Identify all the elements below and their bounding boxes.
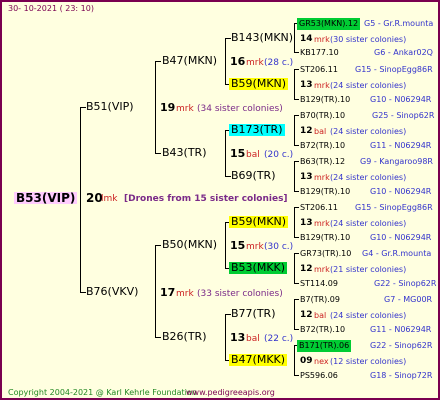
ancestor-mating-unit-8: nex: [314, 357, 329, 366]
ancestor-bottom-info-6: G22 - Sinop62R: [374, 279, 437, 288]
great-queen-7[interactable]: B77(TR): [231, 308, 276, 320]
ancestor-top-info-8: G22 - Sinop62R: [370, 341, 433, 350]
ancestor-top-info-3: G25 - Sinop62R: [372, 111, 435, 120]
ancestor-mating-number-2: 13: [300, 80, 313, 90]
ancestor-top-info-6: G4 - Gr.R.mounta: [362, 249, 432, 258]
grand-queen-2[interactable]: B43(TR): [162, 147, 207, 159]
parent-queen-1[interactable]: B51(VIP): [86, 101, 134, 113]
grand-mating-note-2: (20 c.): [264, 150, 294, 160]
ancestor-top-info-5: G15 - SinopEgg86R: [355, 203, 433, 212]
great-queen-5[interactable]: B59(MKN): [229, 216, 289, 228]
grand-mating-note-3: (30 c.): [264, 242, 294, 252]
ancestor-mating-unit-7: bal: [314, 311, 327, 320]
grand-mating-note-4: (22 c.): [264, 334, 294, 344]
ancestor-top-7[interactable]: B7(TR).09: [300, 294, 340, 306]
ancestor-top-1[interactable]: GR53(MKN).12: [297, 18, 361, 30]
ancestor-mating-unit-6: mrk: [314, 265, 330, 274]
ancestor-bottom-info-1: G6 - Ankar02Q: [374, 48, 433, 57]
ancestor-bottom-5[interactable]: B129(TR).10: [300, 232, 350, 244]
ancestor-bottom-7[interactable]: B72(TR).10: [300, 324, 345, 336]
parent-mating-note-2: (33 sister colonies): [197, 289, 283, 299]
ancestor-top-2[interactable]: ST206.11: [300, 64, 338, 76]
ancestor-top-info-7: G7 - MG00R: [384, 295, 433, 304]
pedigree-chart: 30- 10-2021 ( 23: 10) Copyright 2004-202…: [0, 0, 440, 400]
ancestor-mating-note-4: (24 sister colonies): [330, 173, 407, 182]
root-queen[interactable]: B53(VIP): [14, 192, 78, 204]
copyright: Copyright 2004-2021 @ Karl Kehrle Founda…: [8, 388, 197, 397]
ancestor-top-3[interactable]: B70(TR).10: [300, 110, 345, 122]
ancestor-mating-unit-2: mrk: [314, 81, 330, 90]
ancestor-top-6[interactable]: GR73(TR).10: [300, 248, 351, 260]
ancestor-bottom-2[interactable]: B129(TR).10: [300, 94, 350, 106]
ancestor-mating-note-5: (24 sister colonies): [330, 219, 407, 228]
grand-mating-unit-3: mrk: [246, 242, 264, 252]
ancestor-mating-note-6: (21 sister colonies): [330, 265, 407, 274]
grand-mating-number-2: 15: [230, 147, 246, 160]
ancestor-top-5[interactable]: ST206.11: [300, 202, 338, 214]
ancestor-mating-note-1: (30 sister colonies): [330, 35, 407, 44]
ancestor-bottom-info-5: G10 - N06294R: [370, 233, 432, 242]
ancestor-mating-number-4: 13: [300, 172, 313, 182]
grand-mating-number-3: 15: [230, 239, 246, 252]
ancestor-top-info-1: G5 - Gr.R.mounta: [364, 19, 434, 28]
ancestor-mating-unit-1: mrk: [314, 35, 330, 44]
grand-mating-unit-2: bal: [246, 150, 260, 160]
grand-mating-note-1: (28 c.): [264, 58, 294, 68]
ancestor-mating-note-3: (24 sister colonies): [330, 127, 407, 136]
great-queen-1[interactable]: B143(MKN): [231, 32, 293, 44]
ancestor-bottom-info-3: G11 - N06294R: [370, 141, 432, 150]
grand-mating-unit-1: mrk: [246, 58, 264, 68]
grand-queen-4[interactable]: B26(TR): [162, 331, 207, 343]
great-queen-3[interactable]: B173(TR): [229, 124, 285, 136]
ancestor-mating-note-2: (24 sister colonies): [330, 81, 407, 90]
parent-mating-number-2: 17: [160, 286, 176, 299]
ancestor-top-info-2: G15 - SinopEgg86R: [355, 65, 433, 74]
ancestor-top-4[interactable]: B63(TR).12: [300, 156, 345, 168]
great-queen-6[interactable]: B53(MKK): [229, 262, 288, 274]
grand-mating-number-1: 16: [230, 55, 246, 68]
grand-queen-1[interactable]: B47(MKN): [162, 55, 217, 67]
ancestor-mating-unit-3: bal: [314, 127, 327, 136]
ancestor-mating-number-8: 09: [300, 356, 313, 366]
root-mating-note: [Drones from 15 sister colonies]: [124, 194, 288, 204]
ancestor-bottom-6[interactable]: ST114.09: [300, 278, 338, 290]
ancestor-mating-number-1: 14: [300, 34, 313, 44]
parent-mating-number-1: 19: [160, 101, 176, 114]
parent-mating-note-1: (34 sister colonies): [197, 104, 283, 114]
root-mating-unit: lmk: [101, 194, 118, 204]
ancestor-mating-unit-4: mrk: [314, 173, 330, 182]
great-queen-2[interactable]: B59(MKN): [229, 78, 289, 90]
website-link[interactable]: www.pedigreeapis.org: [186, 387, 275, 399]
ancestor-mating-note-8: (12 sister colonies): [330, 357, 407, 366]
ancestor-bottom-1[interactable]: KB177.10: [300, 47, 339, 59]
grand-mating-number-4: 13: [230, 331, 246, 344]
ancestor-bottom-8[interactable]: PS596.06: [300, 370, 338, 382]
ancestor-bottom-info-8: G18 - Sinop72R: [370, 371, 433, 380]
ancestor-mating-number-7: 12: [300, 310, 313, 320]
grand-mating-unit-4: bal: [246, 334, 260, 344]
ancestor-bottom-4[interactable]: B129(TR).10: [300, 186, 350, 198]
ancestor-mating-note-7: (24 sister colonies): [330, 311, 407, 320]
ancestor-bottom-info-2: G10 - N06294R: [370, 95, 432, 104]
ancestor-mating-number-6: 12: [300, 264, 313, 274]
ancestor-bottom-info-4: G10 - N06294R: [370, 187, 432, 196]
great-queen-8[interactable]: B47(MKK): [229, 354, 288, 366]
parent-mating-unit-2: mrk: [176, 289, 194, 299]
ancestor-mating-unit-5: mrk: [314, 219, 330, 228]
great-queen-4[interactable]: B69(TR): [231, 170, 276, 182]
ancestor-bottom-info-7: G11 - N06294R: [370, 325, 432, 334]
ancestor-mating-number-3: 12: [300, 126, 313, 136]
grand-queen-3[interactable]: B50(MKN): [162, 239, 217, 251]
parent-mating-unit-1: mrk: [176, 104, 194, 114]
ancestor-mating-number-5: 13: [300, 218, 313, 228]
ancestor-top-info-4: G9 - Kangaroo98R: [360, 157, 433, 166]
ancestor-bottom-3[interactable]: B72(TR).10: [300, 140, 345, 152]
parent-queen-2[interactable]: B76(VKV): [86, 286, 138, 298]
ancestor-top-8[interactable]: B171(TR).06: [297, 340, 352, 352]
print-date: 30- 10-2021 ( 23: 10): [8, 4, 94, 13]
